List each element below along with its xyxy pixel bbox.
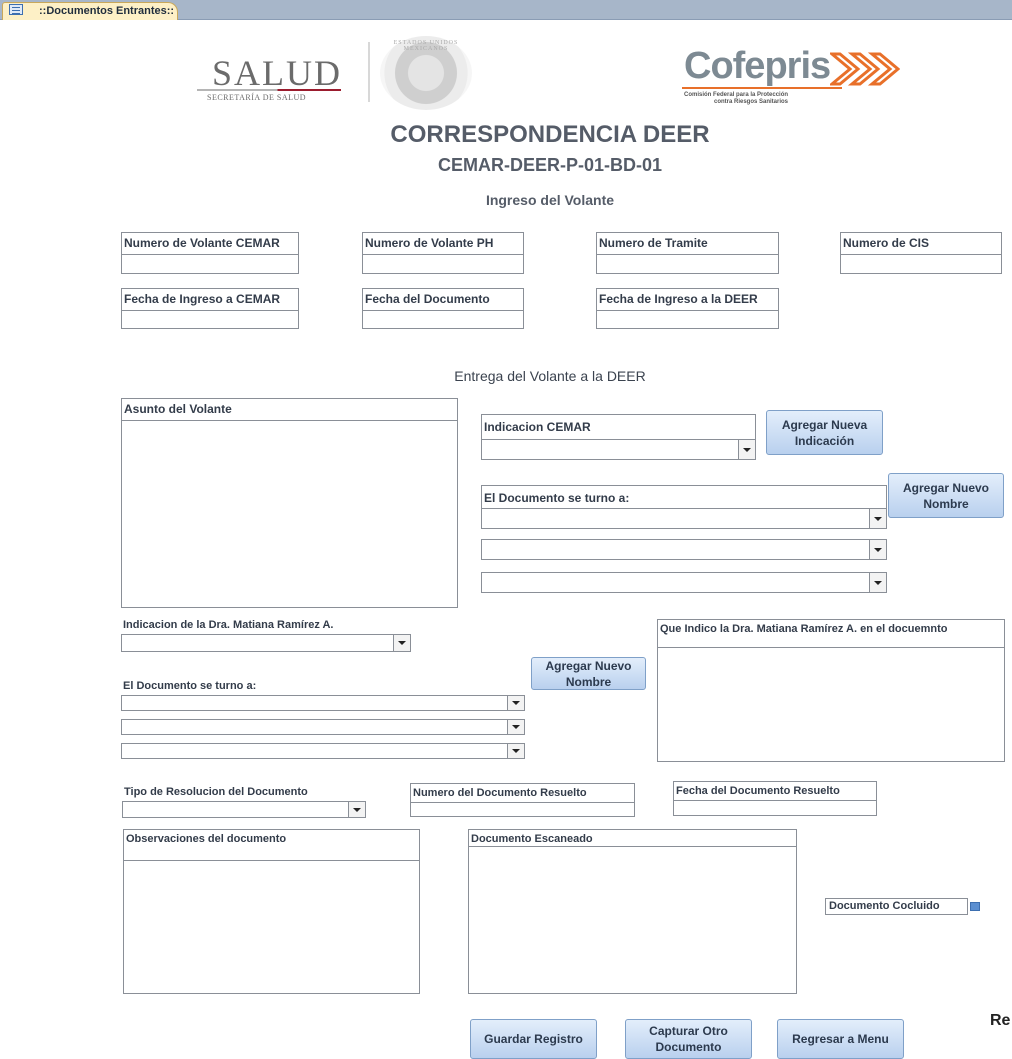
agregar-nombre-button-1[interactable]: Agregar Nuevo Nombre [888,473,1004,518]
fecha-ingreso-deer-field[interactable]: Fecha de Ingreso a la DEER [596,288,779,329]
chevron-down-icon[interactable] [869,540,886,559]
chevron-down-icon[interactable] [348,802,365,817]
guardar-registro-button[interactable]: Guardar Registro [470,1019,597,1059]
clipped-edge-text: Re [990,1012,1011,1029]
observaciones-textarea[interactable]: Observaciones del documento [123,829,420,994]
salud-logo: SALUD [212,53,343,93]
turno-a-combo-2[interactable] [481,539,887,560]
page-title: CORRESPONDENCIA DEER [390,121,710,148]
cofepris-arrows-icon [830,52,900,86]
volante-cemar-field[interactable]: Numero de Volante CEMAR [121,232,299,274]
turno-a-combo-6[interactable] [121,743,525,759]
chevron-down-icon[interactable] [507,744,524,758]
que-indico-textarea[interactable]: Que Indico la Dra. Matiana Ramírez A. en… [657,619,1005,762]
turno-a-combo-3[interactable] [481,572,887,593]
asunto-volante-textarea[interactable]: Asunto del Volante [121,398,458,608]
agregar-indicacion-button[interactable]: Agregar Nueva Indicación [766,410,883,455]
tipo-resolucion-combo[interactable] [122,801,366,818]
salud-logo-subtitle: SECRETARÍA DE SALUD [207,93,307,102]
fecha-resuelto-field[interactable]: Fecha del Documento Resuelto [673,781,877,816]
volante-ph-field[interactable]: Numero de Volante PH [362,232,524,274]
documento-concluido-label: Documento Cocluido [825,898,968,915]
turno-a-combo-4[interactable] [121,695,525,711]
indicacion-cemar-combo[interactable]: Indicacion CEMAR [481,414,756,460]
capturar-otro-button[interactable]: Capturar Otro Documento [625,1019,752,1059]
turno-a-label-2: El Documento se turno a: [123,680,257,692]
indicacion-dra-combo[interactable] [121,634,411,652]
tramite-field[interactable]: Numero de Tramite [596,232,779,274]
documento-concluido-checkbox[interactable] [970,902,980,911]
turno-a-combo-5[interactable] [121,719,525,735]
tab-label: ::Documentos Entrantes:: [39,5,175,17]
cofepris-underline [682,87,842,89]
cofepris-subtitle: Comisión Federal para la Protección cont… [684,92,789,105]
salud-logo-bar [197,89,341,91]
form-code: CEMAR-DEER-P-01-BD-01 [437,155,663,175]
cofepris-logo: Cofepris [684,45,831,87]
turno-a-combo-1[interactable]: El Documento se turno a: [481,485,887,529]
section-title-ingreso: Ingreso del Volante [485,192,615,208]
fecha-documento-field[interactable]: Fecha del Documento [362,288,524,329]
regresar-menu-button[interactable]: Regresar a Menu [777,1019,904,1059]
chevron-down-icon[interactable] [507,696,524,710]
indicacion-dra-label: Indicacion de la Dra. Matiana Ramírez A. [123,619,334,631]
seal-text: ESTADOS UNIDOS MEXICANOS [393,40,459,52]
form-icon [9,4,23,15]
chevron-down-icon[interactable] [869,573,886,592]
tipo-resolucion-label: Tipo de Resolucion del Documento [124,786,308,798]
chevron-down-icon[interactable] [869,509,886,528]
numero-resuelto-field[interactable]: Numero del Documento Resuelto [410,783,635,817]
chevron-down-icon[interactable] [393,635,410,651]
fecha-ingreso-cemar-field[interactable]: Fecha de Ingreso a CEMAR [121,288,299,329]
documento-escaneado-frame[interactable]: Documento Escaneado [468,829,797,994]
chevron-down-icon[interactable] [507,720,524,734]
cis-field[interactable]: Numero de CIS [840,232,1002,274]
tab-documentos-entrantes[interactable]: ::Documentos Entrantes:: [2,2,178,20]
section-title-entrega: Entrega del Volante a la DEER [454,368,646,384]
chevron-down-icon[interactable] [738,440,755,459]
logo-divider [368,42,370,102]
agregar-nombre-button-2[interactable]: Agregar Nuevo Nombre [531,657,646,690]
